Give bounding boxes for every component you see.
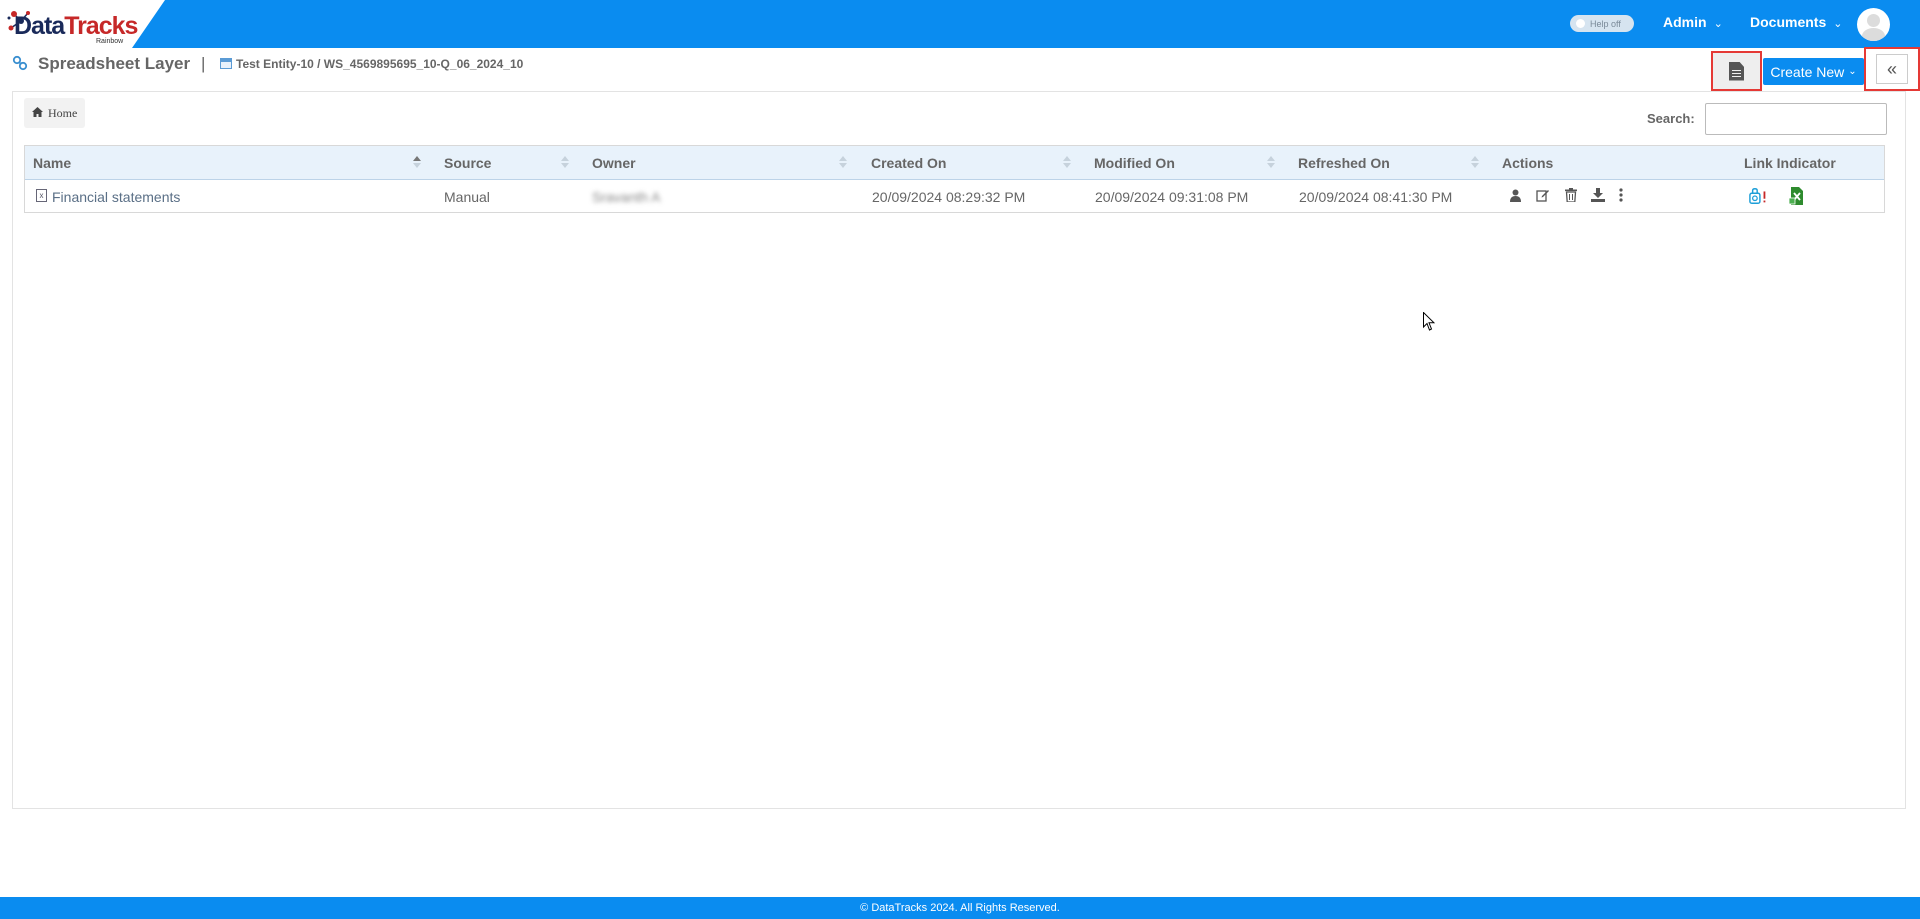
brand-name-tracks: Tracks [64,12,138,40]
brand-subtitle: Rainbow [96,38,124,45]
title-separator: | [201,54,206,73]
column-header-actions: Actions [1502,155,1554,171]
sort-icon[interactable] [1063,154,1071,170]
home-label: Home [48,105,78,120]
create-new-label: Create New [1770,63,1845,80]
home-icon [32,106,43,121]
sort-icon[interactable] [1471,154,1479,170]
double-chevron-left-icon: « [1876,54,1908,84]
brand-name-data: Data [14,12,65,40]
row-refreshed-on: 20/09/2024 08:41:30 PM [1299,189,1453,205]
row-owner: Sravanth A [592,189,661,205]
documents-menu-label: Documents [1750,14,1827,30]
breadcrumb-path[interactable]: Test Entity-10 / WS_4569895695_10-Q_06_2… [236,57,523,71]
link-icon [12,55,28,71]
collapse-panel-button[interactable]: « [1864,47,1920,91]
footer-copyright: © DataTracks 2024. All Rights Reserved. [860,902,1060,914]
document-button[interactable] [1711,51,1762,91]
search-label: Search: [1647,111,1695,126]
top-navbar: DataTracks Rainbow Help off Admin ⌄ Docu… [0,0,1920,48]
linked-warning-icon[interactable] [1749,186,1769,206]
sort-asc-icon[interactable] [413,154,421,170]
documents-table: Name Source Owner Created On Modified On… [24,145,1885,213]
trash-icon[interactable] [1563,187,1579,203]
search-input[interactable] [1705,103,1887,135]
help-toggle[interactable]: Help off [1570,15,1634,32]
edit-icon[interactable] [1535,187,1551,203]
row-name-link[interactable]: Financial statements [52,189,180,205]
help-toggle-label: Help off [1590,18,1621,29]
column-header-link-indicator: Link Indicator [1744,155,1836,171]
user-icon[interactable] [1507,187,1523,203]
excel-file-icon: x [36,189,47,202]
column-header-created-on[interactable]: Created On [871,155,946,171]
page-title: Spreadsheet Layer [38,54,191,73]
column-header-source[interactable]: Source [444,155,491,171]
row-created-on: 20/09/2024 08:29:32 PM [872,189,1026,205]
download-icon[interactable] [1590,187,1606,203]
row-modified-on: 20/09/2024 09:31:08 PM [1095,189,1249,205]
column-header-refreshed-on[interactable]: Refreshed On [1298,155,1390,171]
home-breadcrumb[interactable]: Home [24,98,86,128]
documents-menu[interactable]: Documents ⌄ [1750,14,1842,30]
chevron-down-icon: ⌄ [1713,17,1723,30]
toggle-knob [1576,19,1585,28]
document-icon [1729,61,1744,81]
admin-menu-label: Admin [1663,14,1707,30]
more-vertical-icon[interactable] [1613,187,1629,203]
table-row[interactable]: x Financial statements Manual Sravanth A… [25,180,1884,212]
row-source: Manual [444,189,490,205]
column-header-owner[interactable]: Owner [592,155,636,171]
sort-icon[interactable] [561,154,569,170]
table-header: Name Source Owner Created On Modified On… [25,146,1884,180]
chevron-down-icon: ⌄ [1833,17,1843,30]
user-avatar[interactable] [1857,8,1890,41]
sort-icon[interactable] [839,154,847,170]
sort-icon[interactable] [1267,154,1275,170]
create-new-button[interactable]: Create New ⌄ [1763,58,1864,85]
column-header-name[interactable]: Name [33,155,71,171]
column-header-modified-on[interactable]: Modified On [1094,155,1175,171]
mouse-pointer-icon [1423,312,1435,331]
brand-logo[interactable]: DataTracks Rainbow [0,0,165,48]
footer: © DataTracks 2024. All Rights Reserved. [0,897,1920,919]
excel-link-icon[interactable] [1787,186,1807,206]
admin-menu[interactable]: Admin ⌄ [1663,14,1723,30]
chevron-down-icon: ⌄ [1848,66,1857,77]
spreadsheet-icon [220,58,232,69]
